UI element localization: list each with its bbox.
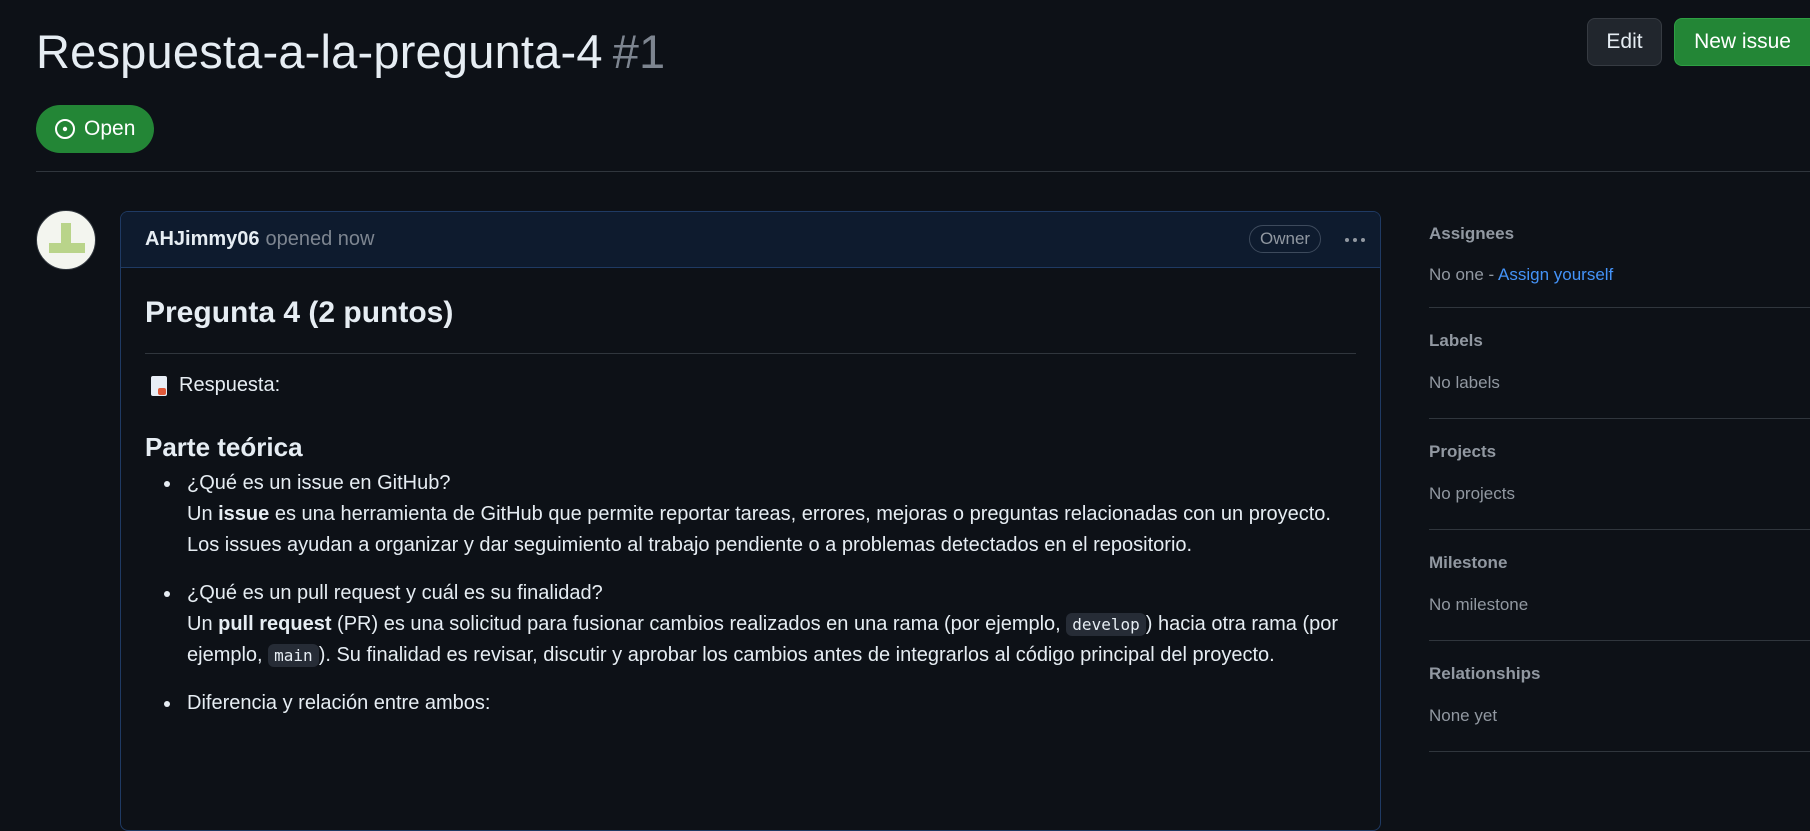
- owner-badge: Owner: [1249, 225, 1322, 253]
- milestone-value: No milestone: [1429, 595, 1529, 614]
- section-heading: Parte teórica: [145, 432, 303, 462]
- body-heading: Pregunta 4 (2 puntos): [145, 296, 454, 329]
- issue-comment: AHJimmy06 opened now Owner Pregunta 4 (2…: [120, 211, 1381, 831]
- labels-heading[interactable]: Labels: [1429, 331, 1483, 351]
- answer-prefix: Un: [187, 613, 219, 635]
- labels-value: No labels: [1429, 373, 1500, 392]
- kebab-dot-icon: [1345, 238, 1349, 242]
- sidebar-milestone: Milestone No milestone: [1429, 530, 1810, 641]
- heading-divider: [145, 353, 1356, 354]
- question-text: Diferencia y relación entre ambos:: [187, 692, 491, 714]
- avatar[interactable]: [36, 210, 96, 270]
- edit-button[interactable]: Edit: [1587, 18, 1662, 66]
- answer-text: ). Su finalidad es revisar, discutir y a…: [318, 644, 1275, 666]
- assignees-value: No one - Assign yourself: [1429, 265, 1613, 285]
- respuesta-label: Respuesta:: [179, 374, 281, 396]
- answer-text: (PR) es una solicitud para fusionar camb…: [331, 613, 1067, 635]
- question-text: ¿Qué es un issue en GitHub?: [187, 472, 451, 494]
- header-divider: [36, 171, 1810, 172]
- projects-value: No projects: [1429, 484, 1515, 503]
- projects-heading[interactable]: Projects: [1429, 442, 1496, 462]
- assignees-none: No one -: [1429, 265, 1498, 284]
- inline-code-main: main: [268, 644, 319, 667]
- sidebar-assignees: Assignees No one - Assign yourself: [1429, 210, 1810, 308]
- issue-sidebar: Assignees No one - Assign yourself Label…: [1429, 210, 1810, 752]
- avatar-identicon-icon: [49, 223, 85, 253]
- assign-yourself-link[interactable]: Assign yourself: [1498, 265, 1613, 284]
- list-item: Diferencia y relación entre ambos:: [145, 688, 1355, 719]
- sidebar-labels: Labels No labels: [1429, 308, 1810, 419]
- assignees-heading[interactable]: Assignees: [1429, 224, 1514, 244]
- respuesta-line: Respuesta:: [151, 374, 280, 397]
- kebab-dot-icon: [1353, 238, 1357, 242]
- issue-title-text: Respuesta-a-la-pregunta-4: [36, 25, 603, 78]
- status-label: Open: [84, 117, 136, 140]
- issue-title: Respuesta-a-la-pregunta-4 #1: [36, 24, 665, 79]
- relationships-heading[interactable]: Relationships: [1429, 664, 1540, 684]
- kebab-dot-icon: [1361, 238, 1365, 242]
- answer-term: issue: [218, 503, 270, 525]
- list-item: ¿Qué es un pull request y cuál es su fin…: [145, 578, 1355, 671]
- opened-time: opened now: [265, 228, 375, 250]
- author-link[interactable]: AHJimmy06: [145, 228, 260, 251]
- relationships-value: None yet: [1429, 706, 1498, 725]
- sidebar-projects: Projects No projects: [1429, 419, 1810, 530]
- question-text: ¿Qué es un pull request y cuál es su fin…: [187, 582, 603, 604]
- sidebar-relationships: Relationships None yet: [1429, 641, 1810, 752]
- issue-open-icon: [55, 119, 75, 139]
- answer-prefix: Un: [187, 503, 219, 525]
- question-list: ¿Qué es un issue en GitHub? Un issue es …: [145, 468, 1355, 736]
- status-badge: Open: [36, 105, 154, 153]
- list-item: ¿Qué es un issue en GitHub? Un issue es …: [145, 468, 1355, 561]
- issue-number: #1: [612, 25, 666, 78]
- comment-header: AHJimmy06 opened now Owner: [121, 212, 1380, 268]
- answer-term: pull request: [218, 613, 332, 635]
- answer-text: es una herramienta de GitHub que permite…: [187, 503, 1331, 556]
- inline-code-develop: develop: [1066, 613, 1146, 636]
- document-emoji-icon: [151, 375, 167, 396]
- milestone-heading[interactable]: Milestone: [1429, 553, 1507, 573]
- new-issue-button[interactable]: New issue: [1674, 18, 1810, 66]
- comment-options-button[interactable]: [1340, 226, 1370, 254]
